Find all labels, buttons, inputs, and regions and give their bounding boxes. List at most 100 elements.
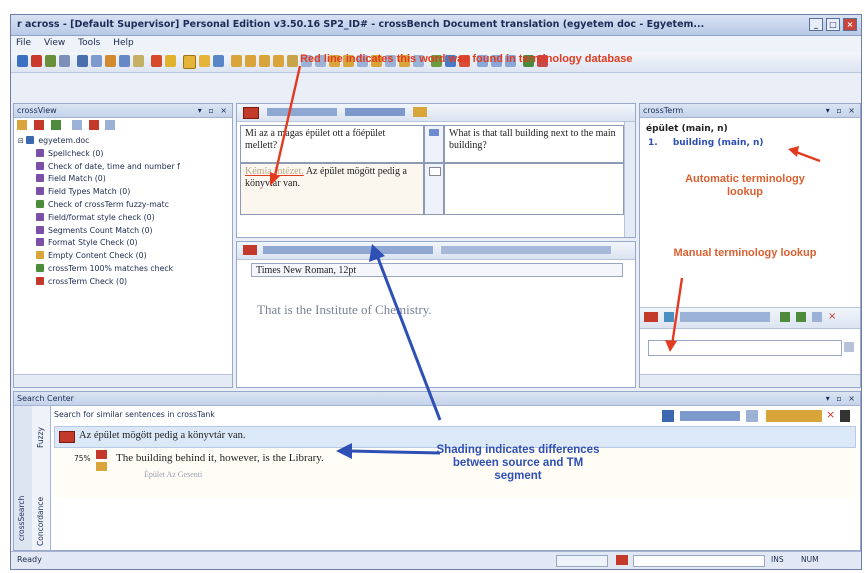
up-icon[interactable]	[33, 120, 44, 130]
source-cell-1[interactable]: Mi az a magas épület ott a főépület mell…	[240, 125, 424, 163]
flag-icon[interactable]	[243, 107, 259, 119]
target-cell-1[interactable]: What is that tall building next to the m…	[444, 125, 624, 163]
horizontal-scrollbar[interactable]	[640, 374, 860, 387]
panel-controls[interactable]: ▾ ▫ ×	[826, 104, 857, 117]
panel-controls[interactable]: ▾ ▫ ×	[826, 392, 857, 405]
tree-item[interactable]: Format Style Check (0)	[18, 238, 228, 251]
segment-icon[interactable]	[183, 55, 196, 69]
delete-icon[interactable]	[31, 55, 42, 67]
annotation-shading: Shading indicates differences between so…	[436, 444, 600, 482]
folder-icon[interactable]	[105, 55, 116, 67]
tag-icon[interactable]	[287, 55, 298, 67]
properties-icon[interactable]	[59, 55, 70, 67]
tree-item[interactable]: Field Types Match (0)	[18, 187, 228, 200]
edit-tools-icon[interactable]	[441, 246, 611, 254]
editor-text[interactable]: That is the Institute of Chemistry.	[257, 302, 432, 318]
progress-field	[633, 555, 765, 567]
tree-item[interactable]: Empty Content Check (0)	[18, 251, 228, 264]
search-side-tab[interactable]: crossSearch	[14, 406, 33, 550]
split-icon[interactable]	[199, 55, 210, 67]
options-icon[interactable]	[766, 410, 822, 422]
check-item-icon	[36, 276, 44, 285]
format-icon[interactable]	[413, 107, 427, 117]
menu-tools[interactable]: Tools	[73, 36, 105, 50]
save-icon[interactable]	[45, 55, 56, 67]
title-bar: r across - [Default Supervisor] Personal…	[11, 15, 861, 36]
tree-item[interactable]: Check of crossTerm fuzzy-matc	[18, 199, 228, 213]
list-icon[interactable]	[91, 55, 102, 67]
flag-icon[interactable]	[243, 245, 257, 255]
segment-tools-icon[interactable]	[267, 108, 337, 116]
maximize-button[interactable]: □	[826, 18, 840, 31]
prev-icon[interactable]	[231, 55, 242, 67]
filter-icon[interactable]	[746, 410, 758, 422]
check-icon[interactable]	[77, 55, 88, 67]
tree-item[interactable]: Spellcheck (0)	[18, 148, 228, 162]
term-result[interactable]: 1. building (main, n)	[648, 138, 764, 148]
source-cell-2[interactable]: Kémia Intézet. Az épület mögött pedig a …	[240, 163, 424, 215]
term-entry[interactable]: épület (main, n)	[646, 124, 728, 134]
join-icon[interactable]	[213, 55, 224, 67]
star-icon[interactable]	[165, 55, 176, 67]
manual-lookup-input[interactable]	[648, 340, 842, 356]
tree-item[interactable]: Field Match (0)	[18, 174, 228, 187]
next-icon[interactable]	[245, 55, 256, 67]
crossview-title: crossView	[17, 106, 57, 115]
new-icon[interactable]	[17, 55, 28, 67]
menu-file[interactable]: File	[11, 36, 36, 50]
app-window: r across - [Default Supervisor] Personal…	[10, 14, 862, 570]
pencil-icon[interactable]	[151, 55, 162, 67]
filter-check-icon[interactable]	[50, 120, 61, 130]
close-button[interactable]: ×	[843, 18, 857, 31]
flag-icon[interactable]	[644, 312, 658, 322]
transfer-icon[interactable]	[680, 411, 740, 421]
settings-icon[interactable]	[71, 120, 82, 130]
tree-item[interactable]: Check of date, time and number f	[18, 161, 228, 175]
status-ready: Ready	[17, 555, 42, 564]
match-percentage: 75%	[74, 454, 91, 463]
binoculars-icon[interactable]	[844, 342, 854, 352]
font-selector[interactable]: Times New Roman, 12pt	[251, 263, 623, 277]
menu-help[interactable]: Help	[108, 36, 139, 50]
vertical-scrollbar[interactable]	[624, 122, 635, 237]
edit-term-icon[interactable]	[812, 312, 822, 322]
tab-fuzzy[interactable]: Fuzzy	[36, 427, 45, 448]
search-icon[interactable]	[105, 120, 116, 130]
term-tools-icon[interactable]	[680, 312, 770, 322]
highlight-icon[interactable]	[133, 55, 144, 67]
delete-term-icon[interactable]: ×	[828, 312, 838, 322]
search-subtitle: Search for similar sentences in crossTan…	[54, 410, 215, 419]
status-cell-1[interactable]	[424, 125, 444, 163]
flag-icon	[616, 555, 628, 565]
minimize-button[interactable]: _	[809, 18, 823, 31]
tab-concordance[interactable]: Concordance	[36, 497, 45, 546]
pin-icon[interactable]	[840, 410, 850, 422]
status-field	[556, 555, 608, 567]
sync-icon[interactable]	[17, 120, 27, 130]
refresh-icon[interactable]	[780, 312, 790, 322]
status-cell-2[interactable]	[424, 163, 444, 215]
tree-item[interactable]: crossTerm 100% matches check	[18, 263, 228, 277]
tree-root[interactable]: ⊟ egyetem.doc	[18, 136, 228, 149]
annotation-auto-lookup: Automatic terminology lookup	[685, 173, 805, 198]
add-term-icon[interactable]	[796, 312, 806, 322]
flag-icon[interactable]	[88, 120, 99, 130]
nav-tools-icon[interactable]	[345, 108, 405, 116]
horizontal-scrollbar[interactable]	[14, 374, 232, 387]
close-icon[interactable]: ×	[826, 409, 838, 422]
stats-icon[interactable]	[662, 410, 674, 422]
grid-icon[interactable]	[119, 55, 130, 67]
confirm-icon[interactable]	[259, 55, 270, 67]
tree-item[interactable]: Field/format style check (0)	[18, 212, 228, 226]
crossterm-title: crossTerm	[643, 106, 684, 115]
copy-source-icon[interactable]	[273, 55, 284, 67]
menu-view[interactable]: View	[39, 36, 70, 50]
tree-item[interactable]: crossTerm Check (0)	[18, 276, 228, 290]
editor-tools-icon[interactable]	[263, 246, 433, 254]
target-cell-2[interactable]	[444, 163, 624, 215]
panel-controls[interactable]: ▾ ▫ ×	[198, 104, 229, 117]
annotation-manual-lookup: Manual terminology lookup	[673, 247, 817, 259]
lookup-arrow-icon[interactable]	[664, 312, 674, 322]
tree-item[interactable]: Segments Count Match (0)	[18, 225, 228, 239]
tm-icon	[96, 462, 107, 471]
